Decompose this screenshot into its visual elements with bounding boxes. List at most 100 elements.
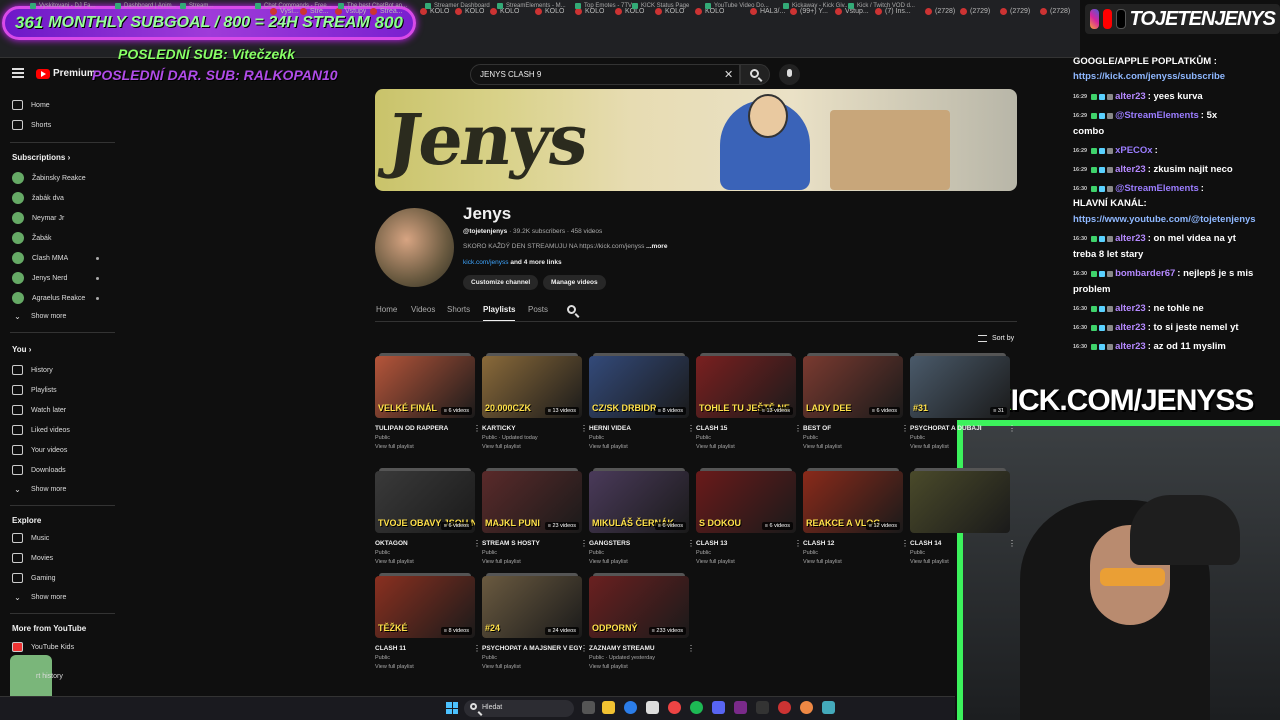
search-button[interactable] [740,64,770,85]
description-more-link[interactable]: ...more [646,243,667,250]
windows-start-icon[interactable] [446,702,458,714]
view-full-playlist-link[interactable]: View full playlist [482,559,582,565]
playlist-card[interactable]: TVOJE OBAVY JSOU NA MÍSTĚ≡ 6 videos OKTAG… [375,468,481,565]
bookmark-item[interactable]: Top Emotes - 7TV [575,3,632,9]
playlist-card[interactable]: #31 ≡ 31 PSYCHOPAT A DUBAJI Public View full… [910,353,1016,450]
playlist-card[interactable]: MIKULÁŠ ČERNÁK ≡ 6 videos GANGSTERS Public V… [589,468,695,565]
chat-username[interactable]: alter23 [1115,322,1146,333]
sidebar-item-playlists[interactable]: Playlists [12,385,57,395]
playlist-thumbnail[interactable]: MIKULÁŠ ČERNÁK ≡ 6 videos [589,471,689,533]
more-options-icon[interactable]: ⋮ [687,644,695,653]
tab-home[interactable]: Home [376,305,397,314]
playlist-title[interactable]: KARTIČKY [482,425,582,432]
tab-playlists[interactable]: Playlists [483,305,516,322]
playlist-title[interactable]: HERNÍ VIDEA [589,425,689,432]
chat-link[interactable]: https://www.youtube.com/@tojetenjenys [1073,214,1256,225]
sidebar-item-gaming[interactable]: Gaming [12,573,56,583]
terminal-icon[interactable] [756,701,769,714]
playlist-card[interactable]: TOHLE TU JEŠTĚ NE ≡ 13 videos CLASH 15 Publ… [696,353,802,450]
sidebar-item-subscription[interactable]: žabák dva [12,192,64,204]
bookmark-item[interactable]: StreamElements - M... [497,3,566,9]
playlist-thumbnail[interactable]: 20.000CZK ≡ 13 videos [482,356,582,418]
playlist-title[interactable]: STREAM S HOSTY [482,540,582,547]
playlist-title[interactable]: PSYCHOPAT A DUBAJI [910,425,1010,432]
file-explorer-icon[interactable] [602,701,615,714]
playlist-card[interactable]: TĚŽKÉ ≡ 8 videos CLASH 11 Public View full p… [375,573,481,670]
playlist-card[interactable]: CZ/SK DRBIDR ≡ 8 videos HERNÍ VIDEA Public V… [589,353,695,450]
sidebar-item-shorts[interactable]: Shorts [12,120,51,130]
view-full-playlist-link[interactable]: View full playlist [375,444,475,450]
view-full-playlist-link[interactable]: View full playlist [482,444,582,450]
close-icon[interactable]: ✕ [724,68,733,81]
edge-icon[interactable] [624,701,637,714]
chat-username[interactable]: alter23 [1115,164,1146,175]
channel-search-icon[interactable] [567,305,576,314]
browser-tab[interactable]: (2729) [960,3,990,20]
tab-shorts[interactable]: Shorts [447,305,470,314]
playlist-thumbnail[interactable]: LADY DEE ≡ 6 videos [803,356,903,418]
obs-icon[interactable] [734,701,747,714]
more-options-icon[interactable]: ⋮ [580,644,588,653]
sort-button[interactable]: Sort by [978,335,1014,342]
playlist-card[interactable]: ODPORNÝ ≡ 233 videos ZÁZNAMY STREAMU Public… [589,573,695,670]
sidebar-item-subscription[interactable]: Clash MMA [12,252,68,264]
sidebar-item-movies[interactable]: Movies [12,553,53,563]
search-input[interactable]: JENYS CLASH 9 [470,64,740,85]
chat-username[interactable]: xPECOx [1115,145,1153,156]
playlist-title[interactable]: CLASH 12 [803,540,903,547]
browser-tab[interactable]: (2728) [1040,3,1070,20]
bookmark-item[interactable]: Dashboard | Anim... [115,3,177,9]
playlist-thumbnail[interactable]: S DOKOU ≡ 6 videos [696,471,796,533]
channel-avatar[interactable] [375,208,454,287]
chat-username[interactable]: @StreamElements [1115,183,1199,194]
playlist-thumbnail[interactable]: TOHLE TU JEŠTĚ NE ≡ 13 videos [696,356,796,418]
chat-username[interactable]: alter23 [1115,233,1146,244]
more-options-icon[interactable]: ⋮ [687,539,695,548]
more-options-icon[interactable]: ⋮ [901,424,909,433]
view-full-playlist-link[interactable]: View full playlist [482,664,582,670]
chrome-alt-icon[interactable] [778,701,791,714]
tab-posts[interactable]: Posts [528,305,548,314]
more-options-icon[interactable]: ⋮ [794,539,802,548]
playlist-title[interactable]: CLASH 14 [910,540,1010,547]
sidebar-item-subscription[interactable]: Jenys Nerd [12,272,67,284]
notepad-icon[interactable] [822,701,835,714]
chat-link[interactable]: https://kick.com/jenyss/subscribe [1073,71,1225,82]
browser-tab[interactable]: (2728) [925,3,955,20]
view-full-playlist-link[interactable]: View full playlist [375,664,475,670]
chat-username[interactable]: alter23 [1115,341,1146,352]
sidebar-item-short-history[interactable]: rt history [36,673,63,680]
playlist-card[interactable]: S DOKOU ≡ 6 videos CLASH 13 Public View full… [696,468,802,565]
playlist-card[interactable]: LADY DEE ≡ 6 videos BEST OF Public View full… [803,353,909,450]
sidebar-item-show-more[interactable]: ⌄ Show more [12,485,66,494]
playlist-title[interactable]: CLASH 15 [696,425,796,432]
more-options-icon[interactable]: ⋮ [473,539,481,548]
more-options-icon[interactable]: ⋮ [473,424,481,433]
tab-videos[interactable]: Videos [411,305,435,314]
sidebar-item-subscription[interactable]: Neymar Jr [12,212,64,224]
more-options-icon[interactable]: ⋮ [687,424,695,433]
browser-icon[interactable] [800,701,813,714]
playlist-title[interactable]: OKTAGON [375,540,475,547]
sidebar-item-watch-later[interactable]: Watch later [12,405,66,415]
chat-username[interactable]: bombarder67 [1115,268,1175,279]
sidebar-item-subscription[interactable]: Žabinsky Reakce [12,172,86,184]
sidebar-item-history[interactable]: History [12,365,53,375]
view-full-playlist-link[interactable]: View full playlist [696,444,796,450]
bookmark-item[interactable]: The best ChatBot an... [338,3,407,9]
sidebar-item-youtube-kids[interactable]: YouTube Kids [12,642,74,652]
playlist-title[interactable]: CLASH 11 [375,645,475,652]
more-options-icon[interactable]: ⋮ [580,424,588,433]
playlist-thumbnail[interactable]: CZ/SK DRBIDR ≡ 8 videos [589,356,689,418]
spotify-icon[interactable] [690,701,703,714]
discord-icon[interactable] [712,701,725,714]
playlist-thumbnail[interactable] [910,471,1010,533]
playlist-card[interactable]: VELKÉ FINÁL ≡ 6 videos TULIPÁN OD RAPPERA P… [375,353,481,450]
kick-link[interactable]: kick.com/jenyss [463,259,509,266]
more-links[interactable]: and 4 more links [510,259,561,266]
bookmark-item[interactable]: YouTube Video Do... [705,3,769,9]
playlist-card[interactable]: REAKCE A VLOG ≡ 12 videos CLASH 12 Public Vi… [803,468,909,565]
view-full-playlist-link[interactable]: View full playlist [375,559,475,565]
chat-username[interactable]: @StreamElements [1115,110,1199,121]
subscriptions-heading[interactable]: Subscriptions › [12,153,70,162]
